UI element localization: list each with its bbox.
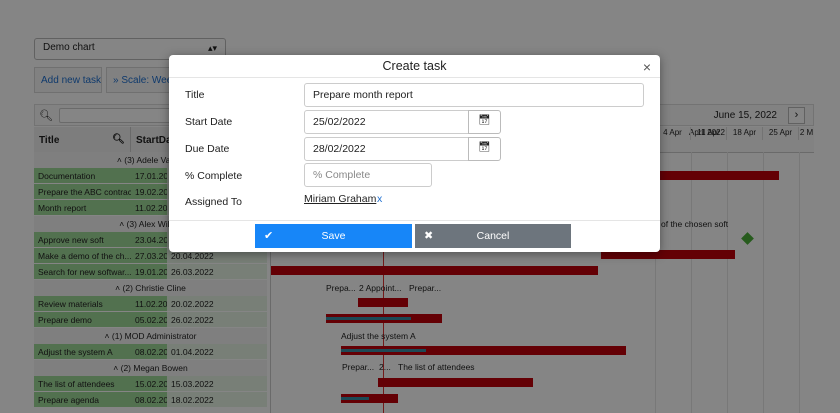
create-task-dialog: Create task × Title Start Date 📅︎ Due Da… — [169, 55, 660, 252]
due-date-field[interactable] — [304, 137, 469, 161]
due-date-label: Due Date — [185, 143, 230, 155]
calendar-icon: 📅︎ — [478, 115, 491, 126]
cancel-button[interactable]: ✖ Cancel — [415, 224, 571, 248]
assignee-link[interactable]: Miriam Graham — [304, 193, 376, 205]
assigned-to-label: Assigned To — [185, 196, 243, 208]
percent-complete-field[interactable] — [304, 163, 432, 187]
title-label: Title — [185, 89, 205, 101]
start-date-field[interactable] — [304, 110, 469, 134]
divider — [169, 220, 660, 221]
save-button[interactable]: ✔ Save — [255, 224, 412, 248]
dialog-title: Create task — [382, 59, 447, 73]
divider — [169, 77, 660, 78]
start-date-picker-button[interactable]: 📅︎ — [468, 110, 501, 134]
close-icon[interactable]: × — [643, 59, 651, 75]
percent-complete-label: % Complete — [185, 170, 243, 182]
due-date-picker-button[interactable]: 📅︎ — [468, 137, 501, 161]
calendar-icon: 📅︎ — [478, 142, 491, 153]
remove-assignee-icon[interactable]: x — [377, 193, 382, 205]
close-icon: ✖ — [424, 230, 434, 242]
start-date-label: Start Date — [185, 116, 233, 128]
check-icon: ✔ — [264, 230, 274, 242]
save-label: Save — [321, 230, 346, 242]
cancel-label: Cancel — [476, 230, 510, 242]
title-field[interactable] — [304, 83, 644, 107]
